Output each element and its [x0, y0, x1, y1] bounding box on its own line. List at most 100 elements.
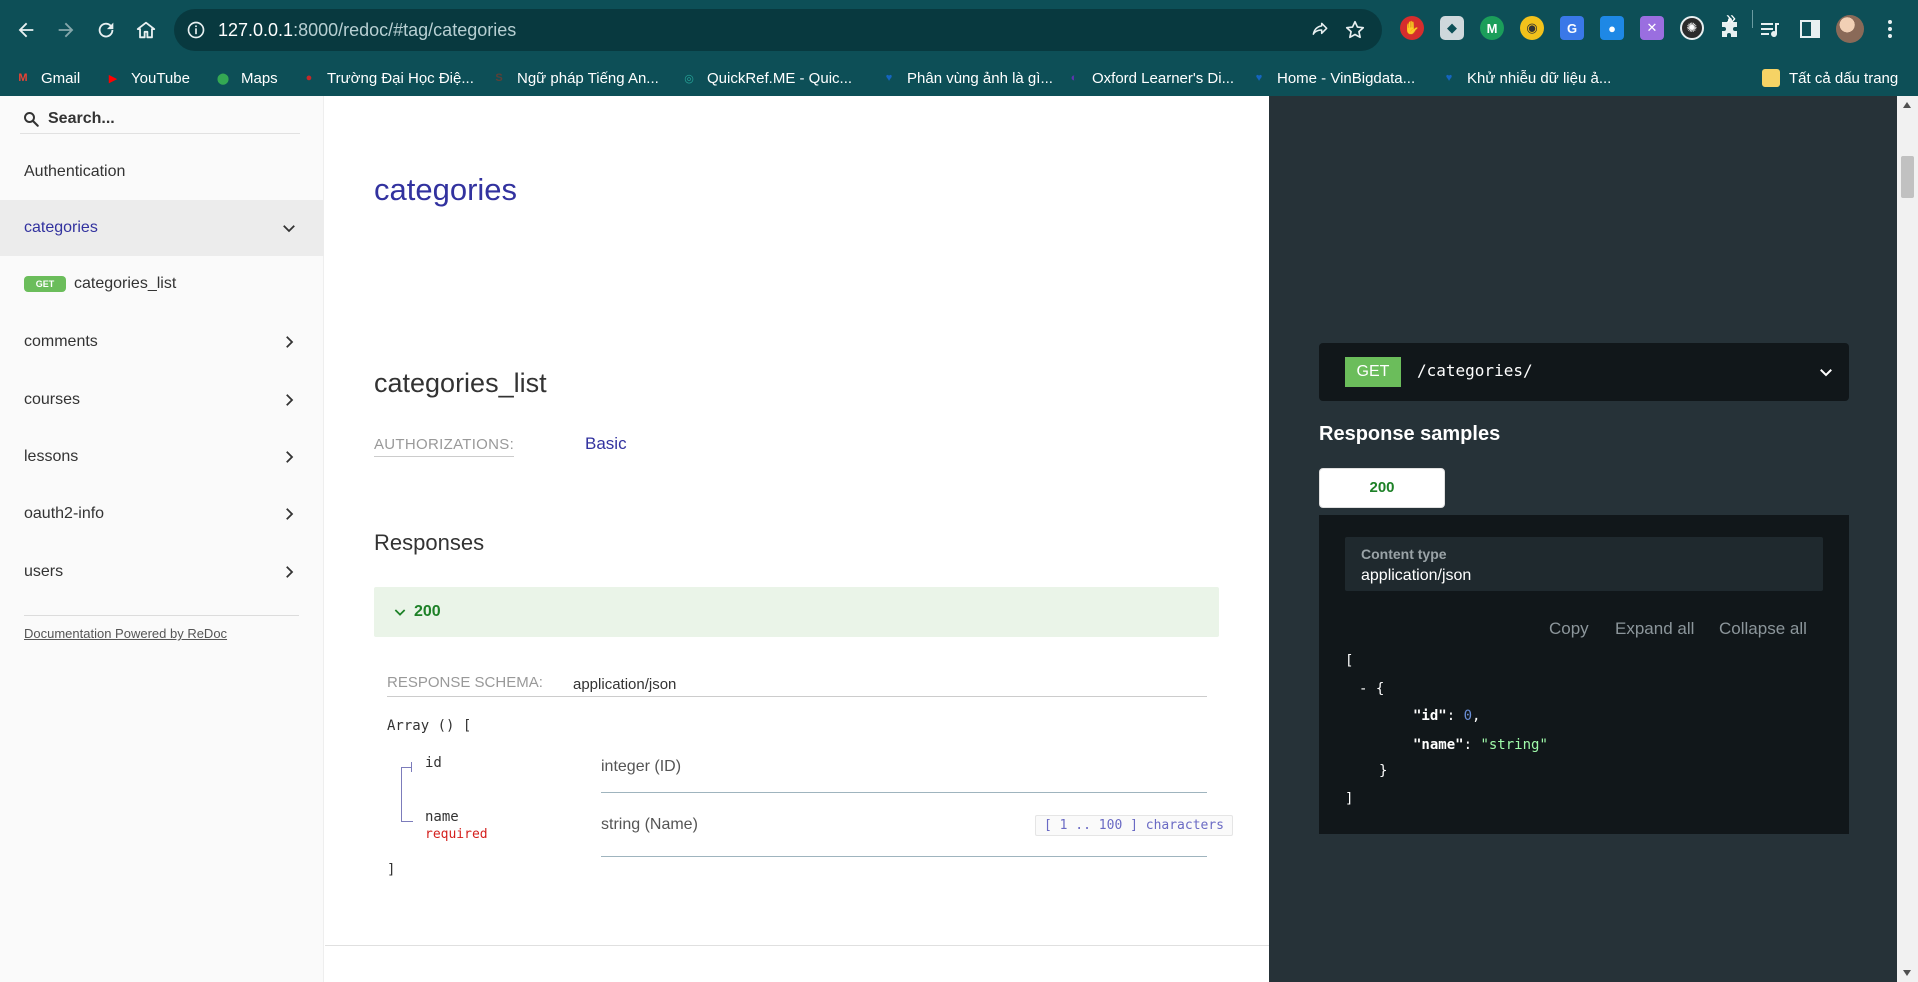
scroll-up-arrow-icon[interactable] — [1903, 102, 1911, 108]
sidebar-item-lessons[interactable]: lessons — [0, 429, 324, 485]
json-item-close: } — [1379, 763, 1388, 779]
chevron-right-icon — [286, 508, 294, 520]
property-name-id[interactable]: id — [425, 755, 442, 771]
home-icon — [136, 21, 156, 39]
search-box — [20, 104, 300, 134]
property-divider — [601, 856, 1207, 857]
bookmark-item[interactable]: ▶ YouTube — [104, 64, 190, 92]
url-host: 127.0.0.1 — [218, 20, 294, 40]
json-value-name: "string" — [1480, 737, 1548, 753]
get-method-badge: get — [24, 276, 66, 292]
side-panel-icon[interactable] — [1798, 17, 1822, 41]
grammar-icon: S — [495, 72, 503, 84]
sidebar-item-label: users — [24, 563, 64, 580]
all-bookmarks-folder[interactable]: Tất cả dấu trang — [1762, 64, 1898, 92]
youtube-icon: ▶ — [108, 72, 118, 85]
json-collapse-toggle[interactable]: - { — [1359, 681, 1384, 697]
university-icon: ● — [305, 72, 313, 84]
bookmark-item[interactable]: ♥ Home - VinBigdata... — [1250, 64, 1415, 92]
powered-by-redoc-link[interactable]: Documentation Powered by ReDoc — [24, 626, 227, 641]
content-type-select[interactable]: Content type application/json — [1345, 537, 1823, 591]
sidebar-item-label: lessons — [24, 448, 79, 465]
property-name-name[interactable]: name — [425, 809, 459, 825]
tree-line — [401, 821, 413, 822]
chevron-right-icon — [286, 451, 294, 463]
bookmark-label: Gmail — [41, 69, 81, 87]
scroll-down-arrow-icon[interactable] — [1903, 970, 1911, 976]
browser-chrome: 127.0.0.1:8000/redoc/#tag/categories ✋ ◆… — [0, 0, 1918, 96]
sidebar-item-users[interactable]: users — [0, 544, 324, 600]
sidebar-item-comments[interactable]: comments — [0, 314, 324, 370]
bookmark-item[interactable]: S Ngữ pháp Tiếng An... — [490, 64, 658, 92]
extension-drop-icon[interactable]: ● — [1600, 16, 1624, 40]
tag-title[interactable]: categories — [374, 172, 517, 208]
search-input[interactable] — [48, 106, 298, 132]
expand-all-button[interactable]: Expand all — [1615, 619, 1694, 639]
address-bar[interactable]: 127.0.0.1:8000/redoc/#tag/categories — [174, 9, 1382, 51]
extension-openai-icon[interactable]: ✺ — [1680, 16, 1704, 40]
response-200-toggle[interactable]: 200 — [374, 587, 1219, 637]
extension-adblock-icon[interactable]: ✋ — [1400, 16, 1424, 40]
extension-cat-icon[interactable]: ✕ — [1640, 16, 1664, 40]
bookmark-item[interactable]: ♥ Phân vùng ảnh là gì... — [880, 64, 1053, 92]
collapse-all-button[interactable]: Collapse all — [1719, 619, 1807, 639]
home-button[interactable] — [132, 14, 160, 46]
property-constraint: [ 1 .. 100 ] characters — [1035, 815, 1234, 836]
bookmark-item[interactable]: ⬤ Maps — [214, 64, 278, 92]
json-key-id: "id" — [1413, 708, 1447, 724]
bookmark-label: QuickRef.ME - Quic... — [707, 69, 853, 87]
bookmark-label: Khử nhiễu dữ liệu ả... — [1467, 69, 1612, 87]
sidebar-item-label: Authentication — [24, 163, 126, 180]
sidebar-item-oauth2-info[interactable]: oauth2-info — [0, 486, 324, 542]
scrollbar-thumb[interactable] — [1901, 156, 1914, 198]
sidebar: Authentication categories get categories… — [0, 96, 324, 982]
extension-eye-icon[interactable]: ◉ — [1520, 16, 1544, 40]
bookmarks-bar: M Gmail ▶ YouTube ⬤ Maps ● Trường Đại Học Điệ..… — [0, 60, 1918, 96]
bookmark-item[interactable]: M Gmail — [14, 64, 80, 92]
bookmark-item[interactable]: ◎ QuickRef.ME - Quic... — [680, 64, 852, 92]
arrow-right-icon — [58, 22, 74, 38]
chevron-down-icon — [1820, 369, 1832, 377]
response-code: 200 — [414, 603, 441, 620]
authorizations-value-link[interactable]: Basic — [585, 434, 627, 454]
sidebar-item-categories-list[interactable]: get categories_list — [0, 259, 324, 309]
property-type-id: integer (ID) — [601, 758, 682, 775]
kebab-menu-icon[interactable] — [1878, 17, 1902, 41]
extension-translate-icon[interactable]: G — [1560, 16, 1584, 40]
sidebar-item-authentication[interactable]: Authentication — [0, 144, 324, 200]
bookmark-star-icon[interactable] — [1344, 19, 1366, 41]
arrow-left-icon — [18, 22, 34, 38]
url-path: :8000/redoc/#tag/categories — [293, 20, 517, 40]
copy-button[interactable]: Copy — [1549, 619, 1589, 639]
sidebar-item-courses[interactable]: courses — [0, 372, 324, 428]
profile-avatar[interactable] — [1836, 15, 1864, 43]
extension-monkey-icon[interactable]: M — [1480, 16, 1504, 40]
bookmark-item[interactable]: ● Trường Đại Học Điệ... — [300, 64, 474, 92]
tree-line — [401, 767, 402, 821]
extension-shield-icon[interactable]: ◆ — [1440, 16, 1464, 40]
bookmark-item[interactable]: ◐ Oxford Learner's Di... — [1065, 64, 1234, 92]
page-scrollbar[interactable] — [1897, 96, 1918, 982]
site-info-icon[interactable] — [186, 20, 206, 40]
oxford-icon: ◐ — [1070, 72, 1078, 84]
endpoint-toggle[interactable]: GET /categories/ — [1319, 343, 1849, 401]
status-tab-200[interactable]: 200 — [1319, 468, 1445, 508]
bookmark-label: Maps — [241, 69, 278, 87]
url-text[interactable]: 127.0.0.1:8000/redoc/#tag/categories — [218, 20, 516, 41]
viblo-icon: ♥ — [885, 72, 893, 84]
maps-icon: ⬤ — [216, 72, 230, 85]
sidebar-operation-label: categories_list — [74, 275, 177, 292]
more-bookmarks-button[interactable]: » — [1726, 4, 1736, 32]
media-queue-icon[interactable] — [1758, 17, 1782, 41]
share-icon[interactable] — [1310, 20, 1330, 40]
operation-title: categories_list — [374, 368, 547, 398]
bookmark-item[interactable]: ♥ Khử nhiễu dữ liệu ả... — [1440, 64, 1612, 92]
endpoint-path: /categories/ — [1417, 361, 1533, 380]
sidebar-item-categories[interactable]: categories — [0, 200, 324, 256]
sidebar-item-label: categories — [24, 219, 98, 236]
reload-button[interactable] — [92, 14, 120, 46]
forward-button[interactable] — [52, 14, 80, 46]
back-button[interactable] — [12, 14, 40, 46]
right-panel: GET /categories/ Response samples 200 Co… — [1269, 96, 1897, 982]
main-content: categories categories_list Authorization… — [325, 96, 1269, 982]
